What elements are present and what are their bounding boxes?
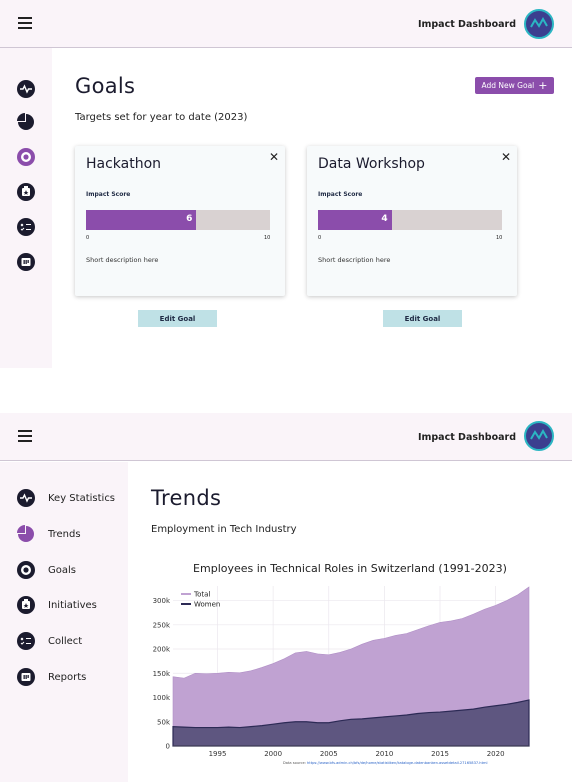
page-title: Trends — [151, 486, 222, 510]
sidebar-item-label: Initiatives — [48, 599, 97, 611]
scale-min: 0 — [86, 235, 90, 241]
sidebar-expanded: Key Statistics Trends Goals Initiatives … — [0, 462, 128, 782]
edit-goal-button[interactable]: Edit Goal — [138, 310, 217, 327]
legend-label: Total — [193, 591, 210, 599]
page-subtitle: Employment in Tech Industry — [151, 524, 297, 535]
impact-score-label: Impact Score — [318, 191, 363, 198]
data-source-link[interactable]: https://www.bfs.admin.ch/bfs/de/home/sta… — [307, 761, 487, 765]
impact-score-fill: 4 — [318, 210, 392, 230]
top-bar: Impact Dashboard — [0, 413, 572, 461]
y-tick-label: 50k — [157, 718, 171, 726]
x-tick-label: 1995 — [209, 750, 227, 758]
impact-score-value: 6 — [186, 214, 193, 224]
sidebar-item-goals[interactable]: Goals — [17, 560, 76, 580]
x-tick-label: 2020 — [487, 750, 505, 758]
menu-icon[interactable] — [18, 17, 32, 29]
target-icon — [17, 561, 35, 579]
goal-card: Hackathon ✕ Impact Score 6 0 10 Short de… — [75, 146, 285, 296]
y-tick-label: 300k — [153, 597, 171, 605]
menu-icon[interactable] — [18, 430, 32, 442]
goal-description: Short description here — [86, 256, 159, 264]
pie-chart-icon — [17, 525, 34, 542]
plus-icon: + — [538, 78, 548, 92]
initiatives-icon — [17, 596, 35, 614]
y-tick-label: 0 — [166, 743, 170, 751]
top-bar: Impact Dashboard — [0, 0, 572, 48]
add-goal-button[interactable]: Add New Goal + — [475, 77, 554, 94]
page-title: Goals — [75, 74, 136, 98]
pulse-icon — [17, 489, 35, 507]
logo-icon[interactable] — [524, 9, 554, 39]
x-tick-label: 2000 — [264, 750, 282, 758]
app-name: Impact Dashboard — [417, 19, 516, 30]
checklist-icon — [17, 632, 35, 650]
add-goal-label: Add New Goal — [481, 81, 535, 90]
employment-area-chart: 0 50k 100k 150k 200k 250k 300k 1995 2000 2005 2010… — [153, 586, 530, 758]
y-tick-label: 150k — [153, 670, 171, 678]
pulse-icon[interactable] — [17, 80, 35, 98]
reports-icon — [17, 668, 35, 686]
data-source-note: Data source: https://www.bfs.admin.ch/bf… — [283, 761, 487, 765]
x-tick-label: 2010 — [375, 750, 393, 758]
sidebar-item-trends[interactable]: Trends — [17, 524, 81, 544]
impact-score-value: 4 — [381, 214, 388, 224]
edit-goal-button[interactable]: Edit Goal — [383, 310, 462, 327]
page-subtitle: Targets set for year to date (2023) — [75, 112, 248, 123]
target-icon[interactable] — [17, 148, 35, 166]
impact-score-bar: 4 — [318, 210, 502, 230]
sidebar-item-label: Goals — [48, 564, 76, 576]
impact-score-bar: 6 — [86, 210, 270, 230]
impact-score-label: Impact Score — [86, 191, 131, 198]
sidebar-item-label: Collect — [48, 635, 83, 647]
sidebar-item-initiatives[interactable]: Initiatives — [17, 595, 97, 615]
app-name: Impact Dashboard — [417, 432, 516, 443]
reports-icon[interactable] — [17, 253, 35, 271]
scale-max: 10 — [264, 235, 271, 241]
sidebar-collapsed — [0, 48, 52, 368]
sidebar-item-label: Trends — [48, 528, 81, 540]
close-icon[interactable]: ✕ — [269, 150, 279, 164]
close-icon[interactable]: ✕ — [501, 150, 511, 164]
goal-description: Short description here — [318, 256, 391, 264]
pie-chart-icon[interactable] — [17, 113, 35, 131]
scale-min: 0 — [318, 235, 322, 241]
chart-title: Employees in Technical Roles in Switzerl… — [193, 562, 507, 575]
initiatives-icon[interactable] — [17, 183, 35, 201]
sidebar-item-reports[interactable]: Reports — [17, 667, 86, 687]
goal-card-title: Hackathon — [86, 156, 162, 172]
scale-max: 10 — [496, 235, 503, 241]
y-tick-label: 100k — [153, 694, 171, 702]
y-tick-label: 200k — [153, 646, 171, 654]
goal-card-title: Data Workshop — [318, 156, 425, 172]
x-tick-label: 2015 — [431, 750, 449, 758]
goal-card: Data Workshop ✕ Impact Score 4 0 10 Shor… — [307, 146, 517, 296]
sidebar-item-key-statistics[interactable]: Key Statistics — [17, 488, 115, 508]
logo-icon[interactable] — [524, 421, 554, 451]
data-source-prefix: Data source: — [283, 761, 308, 765]
sidebar-item-label: Reports — [48, 671, 87, 683]
sidebar-item-collect[interactable]: Collect — [17, 631, 82, 651]
impact-score-fill: 6 — [86, 210, 197, 230]
y-tick-label: 250k — [153, 621, 171, 629]
x-tick-label: 2005 — [320, 750, 338, 758]
legend-label: Women — [194, 601, 220, 609]
checklist-icon[interactable] — [17, 218, 35, 236]
sidebar-item-label: Key Statistics — [48, 492, 116, 504]
